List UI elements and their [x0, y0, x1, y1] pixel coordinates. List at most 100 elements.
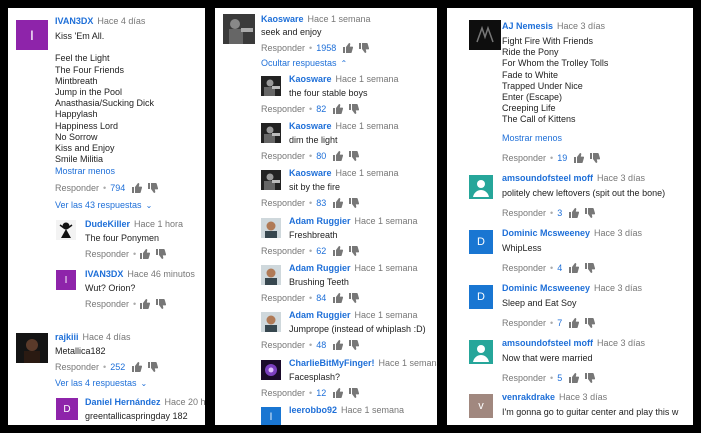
avatar[interactable] — [261, 265, 281, 285]
thumbs-down-icon[interactable] — [585, 373, 596, 383]
thumbs-down-icon[interactable] — [585, 263, 596, 273]
thumbs-down-icon[interactable] — [585, 208, 596, 218]
avatar[interactable] — [261, 123, 281, 143]
avatar[interactable] — [261, 218, 281, 238]
comment-author[interactable]: Adam Ruggier — [289, 216, 351, 226]
comment-time[interactable]: Hace 46 minutos — [127, 269, 195, 279]
avatar[interactable] — [469, 20, 501, 50]
thumbs-up-icon[interactable] — [574, 153, 585, 163]
thumbs-up-icon[interactable] — [132, 362, 143, 372]
comment-author[interactable]: leerobbo92 — [289, 405, 337, 415]
reply-button[interactable]: Responder — [261, 151, 305, 161]
thumbs-down-icon[interactable] — [359, 43, 370, 53]
comment-time[interactable]: Hace 1 semana — [379, 358, 437, 368]
comment-author[interactable]: venrakdrake — [502, 392, 555, 402]
comment-time[interactable]: Hace 1 semana — [355, 310, 418, 320]
comment-time[interactable]: Hace 3 días — [557, 21, 605, 31]
thumbs-down-icon[interactable] — [349, 340, 360, 350]
comment-time[interactable]: Hace 20 horas — [165, 397, 205, 407]
avatar[interactable] — [16, 333, 48, 363]
avatar[interactable]: v — [469, 394, 493, 418]
thumbs-up-icon[interactable] — [569, 373, 580, 383]
avatar[interactable] — [261, 360, 281, 380]
comment-time[interactable]: Hace 3 días — [594, 283, 642, 293]
thumbs-down-icon[interactable] — [148, 362, 159, 372]
comment-author[interactable]: IVAN3DX — [85, 269, 123, 279]
thumbs-down-icon[interactable] — [585, 318, 596, 328]
thumbs-up-icon[interactable] — [569, 263, 580, 273]
thumbs-down-icon[interactable] — [156, 299, 167, 309]
thumbs-up-icon[interactable] — [333, 388, 344, 398]
comment-time[interactable]: Hace 4 días — [83, 332, 131, 342]
comment-author[interactable]: amsoundofsteel moff — [502, 173, 593, 183]
thumbs-up-icon[interactable] — [333, 340, 344, 350]
thumbs-up-icon[interactable] — [333, 293, 344, 303]
thumbs-down-icon[interactable] — [349, 246, 360, 256]
view-replies-link[interactable]: Ver las 4 respuestas ⌄ — [55, 378, 147, 388]
reply-button[interactable]: Responder — [261, 293, 305, 303]
thumbs-down-icon[interactable] — [148, 183, 159, 193]
comment-author[interactable]: DudeKiller — [85, 219, 130, 229]
thumbs-up-icon[interactable] — [343, 43, 354, 53]
thumbs-down-icon[interactable] — [156, 249, 167, 259]
comment-time[interactable]: Hace 1 semana — [308, 14, 371, 24]
reply-button[interactable]: Responder — [261, 246, 305, 256]
avatar[interactable] — [261, 170, 281, 190]
hide-replies-link[interactable]: Ocultar respuestas ⌃ — [261, 58, 347, 68]
avatar[interactable] — [469, 175, 493, 199]
comment-time[interactable]: Hace 3 días — [597, 173, 645, 183]
thumbs-down-icon[interactable] — [349, 388, 360, 398]
comment-author[interactable]: Kaosware — [289, 74, 332, 84]
thumbs-up-icon[interactable] — [140, 249, 151, 259]
comment-author[interactable]: Dominic Mcsweeney — [502, 283, 590, 293]
reply-button[interactable]: Responder — [261, 43, 305, 53]
avatar[interactable] — [223, 14, 255, 44]
comment-time[interactable]: Hace 1 semana — [355, 216, 418, 226]
avatar[interactable] — [261, 312, 281, 332]
thumbs-up-icon[interactable] — [333, 104, 344, 114]
comment-author[interactable]: Adam Ruggier — [289, 263, 351, 273]
thumbs-down-icon[interactable] — [349, 151, 360, 161]
avatar[interactable]: I — [56, 270, 76, 290]
comment-time[interactable]: Hace 1 semana — [341, 405, 404, 415]
comment-time[interactable]: Hace 3 días — [559, 392, 607, 402]
comment-author[interactable]: Kaosware — [289, 121, 332, 131]
comment-time[interactable]: Hace 3 días — [594, 228, 642, 238]
comment-author[interactable]: Kaosware — [289, 168, 332, 178]
avatar[interactable]: D — [469, 230, 493, 254]
thumbs-down-icon[interactable] — [590, 153, 601, 163]
show-less-link[interactable]: Mostrar menos — [502, 133, 562, 143]
avatar[interactable]: I — [16, 20, 48, 50]
thumbs-down-icon[interactable] — [349, 104, 360, 114]
comment-author[interactable]: Kaosware — [261, 14, 304, 24]
reply-button[interactable]: Responder — [502, 373, 546, 383]
view-replies-link[interactable]: Ver las 43 respuestas ⌄ — [55, 200, 152, 210]
reply-button[interactable]: Responder — [261, 388, 305, 398]
thumbs-up-icon[interactable] — [333, 151, 344, 161]
comment-author[interactable]: AJ Nemesis — [502, 21, 553, 31]
thumbs-up-icon[interactable] — [333, 198, 344, 208]
comment-time[interactable]: Hace 1 semana — [336, 168, 399, 178]
thumbs-up-icon[interactable] — [333, 246, 344, 256]
reply-button[interactable]: Responder — [502, 153, 546, 163]
comment-time[interactable]: Hace 3 días — [597, 338, 645, 348]
reply-button[interactable]: Responder — [261, 198, 305, 208]
reply-button[interactable]: Responder — [502, 208, 546, 218]
avatar[interactable]: D — [56, 398, 78, 420]
comment-author[interactable]: IVAN3DX — [55, 16, 93, 26]
avatar[interactable]: D — [469, 285, 493, 309]
reply-button[interactable]: Responder — [261, 340, 305, 350]
comment-time[interactable]: Hace 1 hora — [134, 219, 183, 229]
comment-author[interactable]: CharlieBitMyFinger! — [289, 358, 375, 368]
comment-author[interactable]: Dominic Mcsweeney — [502, 228, 590, 238]
thumbs-up-icon[interactable] — [569, 208, 580, 218]
thumbs-down-icon[interactable] — [349, 293, 360, 303]
avatar[interactable] — [56, 220, 76, 240]
comment-time[interactable]: Hace 4 días — [97, 16, 145, 26]
comment-time[interactable]: Hace 1 semana — [355, 263, 418, 273]
comment-author[interactable]: Adam Ruggier — [289, 310, 351, 320]
reply-button[interactable]: Responder — [85, 249, 129, 259]
thumbs-up-icon[interactable] — [140, 299, 151, 309]
thumbs-up-icon[interactable] — [569, 318, 580, 328]
reply-button[interactable]: Responder — [55, 362, 99, 372]
